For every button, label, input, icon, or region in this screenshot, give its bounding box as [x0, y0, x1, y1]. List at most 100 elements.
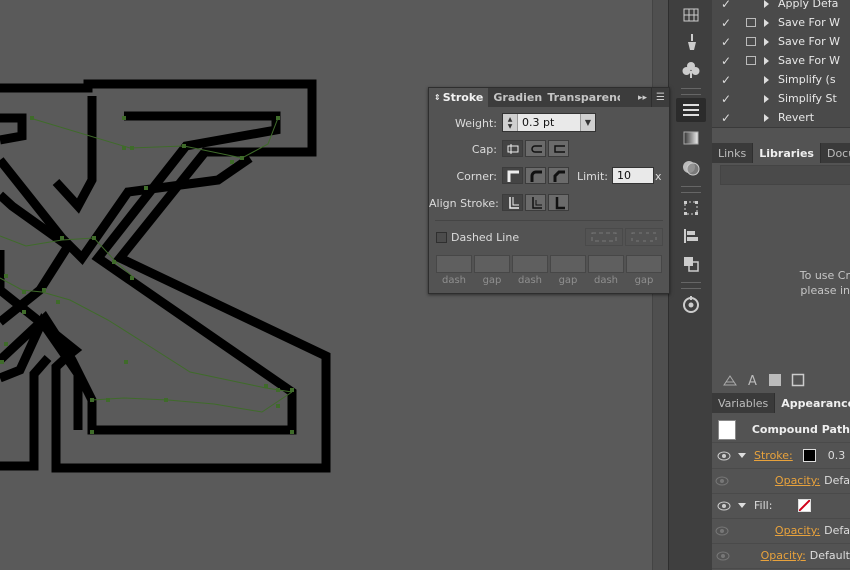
gap-3-input[interactable]: [626, 255, 662, 273]
toggle-check-icon[interactable]: ✓: [712, 16, 740, 30]
tab-links[interactable]: Links: [712, 143, 754, 163]
dialog-toggle-icon[interactable]: [746, 56, 756, 65]
gradient-panel-button[interactable]: [676, 126, 706, 150]
round-cap-button[interactable]: [525, 140, 546, 157]
visibility-eye-icon-dim[interactable]: [712, 551, 734, 561]
add-stroke-color-icon[interactable]: [791, 373, 805, 387]
expand-triangle-icon[interactable]: [764, 113, 769, 122]
projecting-cap-button[interactable]: [548, 140, 569, 157]
disclosure-triangle-icon[interactable]: [738, 503, 746, 508]
round-join-button[interactable]: [525, 167, 546, 184]
panel-group-grip[interactable]: [681, 88, 701, 95]
tab-variables[interactable]: Variables: [712, 393, 776, 413]
dialog-toggle-icon[interactable]: [746, 37, 756, 46]
weight-input[interactable]: 0.3 pt: [518, 114, 580, 131]
toggle-check-icon[interactable]: ✓: [712, 54, 740, 68]
panel-group-grip-2[interactable]: [681, 186, 701, 193]
panel-collapse-icon[interactable]: ▸▸: [634, 88, 651, 107]
visibility-eye-icon-dim[interactable]: [712, 526, 733, 536]
action-row[interactable]: ✓ Save For W: [712, 13, 850, 33]
dialog-toggle-icon[interactable]: [746, 18, 756, 27]
dash-3-input[interactable]: [588, 255, 624, 273]
action-row[interactable]: ✓ Revert: [712, 108, 850, 128]
appearance-stroke-opacity-row[interactable]: Opacity: Defa: [712, 468, 850, 494]
add-graphic-icon[interactable]: [722, 373, 738, 387]
visibility-eye-icon[interactable]: [712, 501, 736, 511]
stroke-panel-button[interactable]: [676, 98, 706, 122]
expand-triangle-icon[interactable]: [764, 0, 769, 8]
stepper-up-icon[interactable]: ▲: [508, 116, 513, 123]
stroke-swatch[interactable]: [802, 449, 816, 462]
tab-appearance[interactable]: Appearance: [775, 393, 850, 413]
appearance-fill-opacity-row[interactable]: Opacity: Defa: [712, 518, 850, 544]
butt-cap-button[interactable]: [502, 140, 523, 157]
pathfinder-panel-button[interactable]: [676, 252, 706, 276]
transform-panel-button[interactable]: [676, 196, 706, 220]
weight-combobox[interactable]: ▲ ▼ 0.3 pt ▼: [502, 113, 596, 132]
miter-limit-input[interactable]: 10: [612, 167, 654, 184]
align-inside-button[interactable]: [525, 194, 546, 211]
action-row[interactable]: ✓ Apply Defa: [712, 0, 850, 14]
stepper-down-icon[interactable]: ▼: [508, 123, 513, 130]
opacity-link-label[interactable]: Opacity:: [775, 474, 820, 487]
align-panel-button[interactable]: [676, 224, 706, 248]
tab-libraries[interactable]: Libraries: [753, 143, 821, 163]
weight-stepper[interactable]: ▲ ▼: [503, 114, 518, 131]
appearance-object-opacity-row[interactable]: Opacity: Default: [712, 543, 850, 569]
inner-v-path[interactable]: [0, 154, 253, 265]
visibility-eye-icon-dim[interactable]: [712, 476, 733, 486]
tab-document-info[interactable]: Docum: [821, 143, 850, 163]
gap-2-input[interactable]: [550, 255, 586, 273]
stroke-link-label[interactable]: Stroke:: [754, 449, 793, 462]
stroke-weight-value[interactable]: 0.3: [828, 449, 846, 462]
bevel-join-button[interactable]: [548, 167, 569, 184]
action-row[interactable]: ✓ Simplify (s: [712, 70, 850, 90]
appearance-stroke-row[interactable]: Stroke: 0.3: [712, 443, 850, 469]
opacity-link-label[interactable]: Opacity:: [761, 549, 806, 562]
library-selector[interactable]: [720, 165, 850, 185]
swatches-panel-button[interactable]: [676, 3, 706, 27]
navigator-panel-button[interactable]: [676, 293, 706, 317]
expand-triangle-icon[interactable]: [764, 75, 769, 84]
weight-dropdown-chevron-icon[interactable]: ▼: [580, 114, 595, 131]
expand-triangle-icon[interactable]: [764, 18, 769, 27]
dash-2-input[interactable]: [512, 255, 548, 273]
add-text-icon[interactable]: A: [747, 373, 759, 387]
symbols-panel-button[interactable]: [676, 58, 706, 82]
action-row[interactable]: ✓ Save For W: [712, 51, 850, 71]
brushes-panel-button[interactable]: [676, 30, 706, 54]
appearance-fill-row[interactable]: Fill:: [712, 493, 850, 519]
toggle-check-icon[interactable]: ✓: [712, 0, 740, 11]
visibility-eye-icon[interactable]: [712, 451, 736, 461]
align-outside-button[interactable]: [548, 194, 569, 211]
toggle-check-icon[interactable]: ✓: [712, 111, 740, 125]
expand-triangle-icon[interactable]: [764, 37, 769, 46]
toggle-check-icon[interactable]: ✓: [712, 35, 740, 49]
toggle-check-icon[interactable]: ✓: [712, 92, 740, 106]
miter-join-button[interactable]: [502, 167, 523, 184]
add-fill-color-icon[interactable]: [768, 373, 782, 387]
expand-triangle-icon[interactable]: [764, 94, 769, 103]
dashed-line-checkbox[interactable]: [436, 232, 447, 243]
action-row[interactable]: ✓ Save For W: [712, 32, 850, 52]
align-center-button[interactable]: [502, 194, 523, 211]
panel-group-grip-3[interactable]: [681, 282, 701, 289]
action-row[interactable]: ✓ Simplify St: [712, 89, 850, 109]
transparency-panel-button[interactable]: [676, 156, 706, 180]
panel-menu-icon[interactable]: ☰: [651, 88, 669, 107]
disclosure-triangle-icon[interactable]: [738, 453, 746, 458]
dash-1-input[interactable]: [436, 255, 472, 273]
upper-chevron-path[interactable]: [52, 96, 97, 214]
tab-transparency[interactable]: Transparency: [542, 88, 620, 107]
fill-none-swatch[interactable]: [798, 499, 812, 512]
appearance-object-row[interactable]: Compound Path: [712, 417, 850, 443]
gap-1-input[interactable]: [474, 255, 510, 273]
tab-stroke[interactable]: ⇕ Stroke: [429, 88, 489, 107]
panel-options-arrows-icon[interactable]: ⇕: [434, 93, 441, 102]
tab-gradient[interactable]: Gradient: [488, 88, 542, 107]
toggle-check-icon[interactable]: ✓: [712, 73, 740, 87]
dash-align-corners-button[interactable]: [625, 228, 663, 246]
opacity-link-label[interactable]: Opacity:: [775, 524, 820, 537]
dash-exact-button[interactable]: [585, 228, 623, 246]
expand-triangle-icon[interactable]: [764, 56, 769, 65]
